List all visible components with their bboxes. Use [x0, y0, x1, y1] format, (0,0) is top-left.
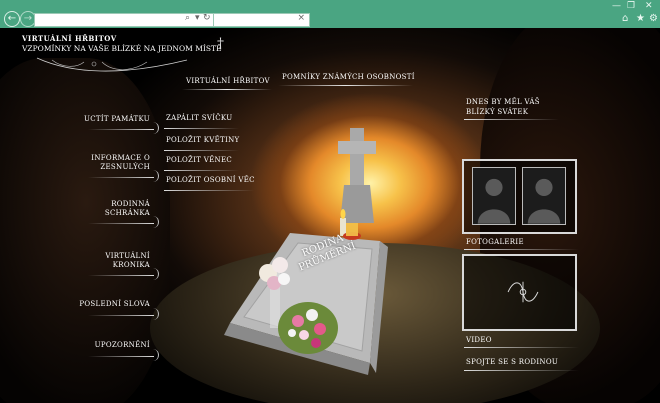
- tree-left: [0, 58, 170, 403]
- divider: [88, 275, 154, 276]
- refresh-icon[interactable]: ↻: [203, 13, 211, 23]
- video-link[interactable]: VIDEO: [466, 336, 492, 344]
- page-content: VIRTUÁLNÍ HŘBITOV VZPOMÍNKY NA VAŠE BLÍZ…: [0, 28, 660, 403]
- search-icon[interactable]: ⌕: [185, 13, 190, 23]
- ornament-icon: [507, 281, 539, 303]
- photo-gallery-link[interactable]: FOTOGALERIE: [466, 238, 524, 246]
- close-icon[interactable]: ✕: [645, 1, 653, 11]
- browser-tab[interactable]: ×: [213, 13, 310, 27]
- divider: [464, 347, 579, 348]
- address-bar[interactable]: ⌕ ▾ ↻: [34, 13, 214, 27]
- nav-virtual-cemetery-label: VIRTUÁLNÍ HŘBITOV: [186, 77, 270, 85]
- person-silhouette-icon: [522, 167, 566, 225]
- profile-photos-frame[interactable]: [462, 159, 577, 234]
- divider: [88, 356, 154, 357]
- cross-icon: †: [217, 36, 224, 52]
- ornament-curl: [150, 349, 159, 361]
- divider: [464, 249, 579, 250]
- logo-title: VIRTUÁLNÍ HŘBITOV: [22, 34, 117, 43]
- divider: [88, 315, 154, 316]
- divider: [278, 85, 413, 86]
- divider: [88, 129, 154, 130]
- ornament-swirl-icon: [36, 57, 188, 72]
- logo-subtitle: VZPOMÍNKY NA VAŠE BLÍZKÉ NA JEDNOM MÍSTĚ: [22, 44, 222, 53]
- browser-toolbar: ← → ⌕ ▾ ↻ × — ❐ ✕ ⌂ ★ ⚙: [0, 0, 660, 28]
- divider: [464, 370, 579, 371]
- nav-famous-monuments-label: POMNÍKY ZNÁMÝCH OSOBNOSTÍ: [282, 73, 415, 81]
- action-light-candle[interactable]: ZAPÁLIT SVÍČKU: [166, 114, 232, 122]
- minimize-icon[interactable]: —: [612, 1, 621, 11]
- nav-famous-monuments[interactable]: POMNÍKY ZNÁMÝCH OSOBNOSTÍ: [278, 73, 415, 86]
- menu-item-deceased-info[interactable]: INFORMACE O ZESNULÝCH: [70, 154, 150, 172]
- menu-item-notifications[interactable]: UPOZORNĚNÍ: [70, 341, 150, 350]
- menu-item-pay-tribute[interactable]: UCTÍT PAMÁTKU: [70, 115, 150, 124]
- menu-item-virtual-chronicle[interactable]: VIRTUÁLNÍ KRONIKA: [70, 252, 150, 270]
- dropdown-icon[interactable]: ▾: [195, 13, 200, 23]
- birthday-notice[interactable]: DNES BY MĚL VÁŠ BLÍZKÝ SVÁTEK: [466, 97, 556, 117]
- contact-family-link[interactable]: SPOJTE SE S RODINOU: [466, 358, 558, 366]
- gear-icon[interactable]: ⚙: [649, 13, 658, 24]
- home-icon[interactable]: ⌂: [622, 13, 628, 24]
- back-arrow-icon[interactable]: ←: [4, 11, 20, 27]
- restore-icon[interactable]: ❐: [627, 1, 635, 11]
- divider: [464, 119, 559, 120]
- menu-item-family-box[interactable]: RODINNÁ SCHRÁNKA: [70, 200, 150, 218]
- divider: [88, 177, 154, 178]
- star-icon[interactable]: ★: [636, 13, 645, 24]
- video-frame[interactable]: [462, 254, 577, 331]
- person-silhouette-icon: [472, 167, 516, 225]
- menu-item-last-words[interactable]: POSLEDNÍ SLOVA: [70, 300, 150, 309]
- site-logo[interactable]: VIRTUÁLNÍ HŘBITOV VZPOMÍNKY NA VAŠE BLÍZ…: [22, 34, 224, 72]
- nav-virtual-cemetery[interactable]: VIRTUÁLNÍ HŘBITOV: [182, 77, 272, 90]
- divider: [182, 89, 272, 90]
- close-tab-icon[interactable]: ×: [297, 13, 305, 23]
- divider: [88, 223, 154, 224]
